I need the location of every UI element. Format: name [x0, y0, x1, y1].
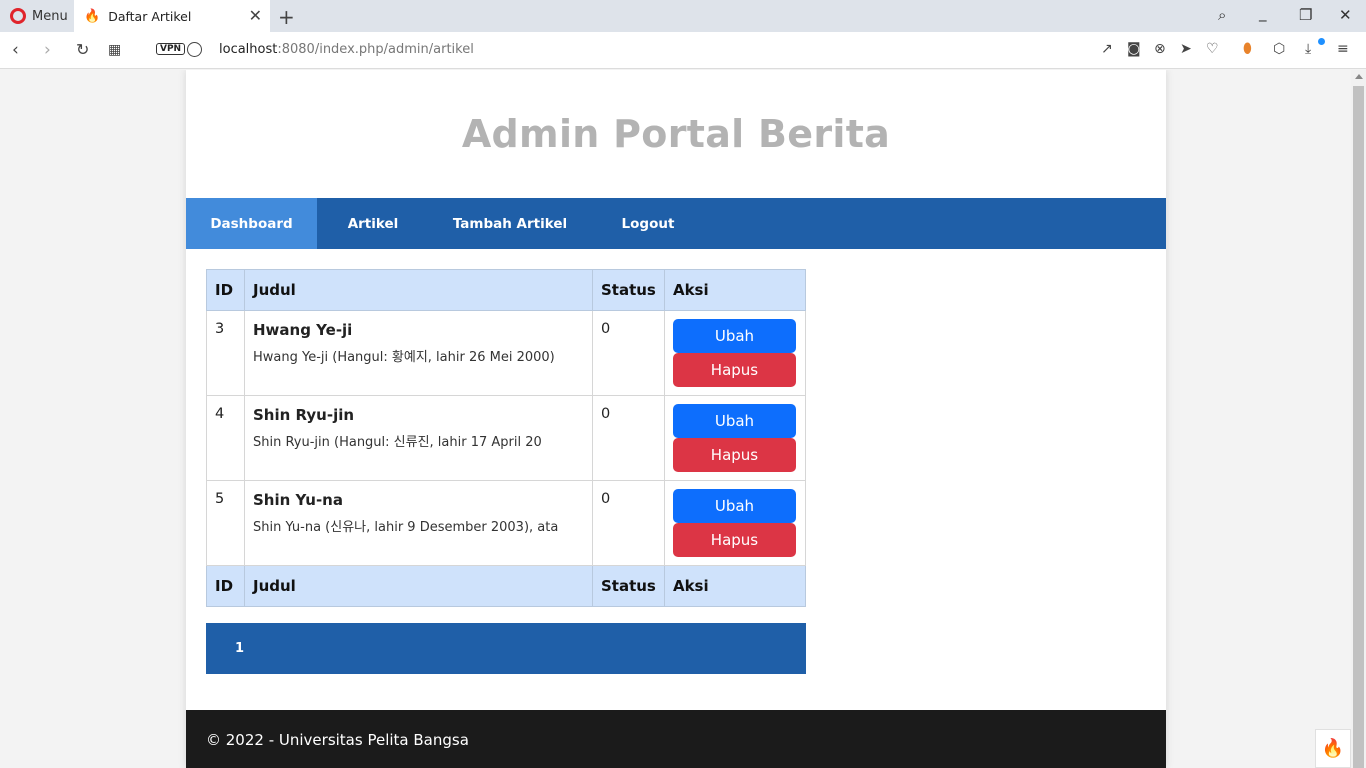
edit-button[interactable]: Ubah [672, 404, 796, 438]
edit-button[interactable]: Ubah [672, 319, 796, 353]
cell-aksi: Ubah Hapus [663, 480, 807, 566]
table-footer-row: ID Judul Status Aksi [206, 565, 807, 607]
article-title: Shin Yu-na [252, 491, 343, 509]
table-row: 4 Shin Ryu-jin Shin Ryu-jin (Hangul: 신류진… [206, 395, 807, 481]
share-icon[interactable]: ↗ [1101, 41, 1113, 57]
cell-status: 0 [591, 310, 665, 396]
vpn-badge[interactable]: VPN [156, 43, 186, 55]
opera-menu-label: Menu [32, 8, 68, 24]
opera-logo-icon [10, 8, 26, 24]
camera-icon[interactable]: ◙ [1127, 41, 1141, 57]
main-nav: Dashboard Artikel Tambah Artikel Logout [186, 198, 1166, 249]
cell-id: 4 [206, 395, 245, 481]
delete-button[interactable]: Hapus [672, 353, 796, 387]
back-icon[interactable]: ‹ [12, 40, 19, 60]
url-host: localhost [219, 42, 278, 57]
cell-judul: Shin Ryu-jin Shin Ryu-jin (Hangul: 신류진, … [243, 395, 593, 481]
tracker-block-icon[interactable]: ⊗ [1154, 41, 1166, 57]
restore-icon[interactable]: ❐ [1299, 6, 1312, 24]
article-excerpt: Shin Yu-na (신유나, lahir 9 Desember 2003),… [252, 520, 559, 535]
new-tab-icon[interactable]: + [278, 5, 295, 29]
globe-icon [187, 42, 202, 57]
edit-button[interactable]: Ubah [672, 489, 796, 523]
col-header-status: Status [591, 269, 665, 311]
table-row: 3 Hwang Ye-ji Hwang Ye-ji (Hangul: 황예지, … [206, 310, 807, 396]
col-footer-aksi: Aksi [663, 565, 807, 607]
flame-favicon-icon: 🔥 [84, 8, 101, 24]
nav-artikel[interactable]: Artikel [317, 198, 429, 249]
cell-status: 0 [591, 395, 665, 481]
site-footer: © 2022 - Universitas Pelita Bangsa [186, 710, 1166, 768]
cell-aksi: Ubah Hapus [663, 310, 807, 396]
page-container: Admin Portal Berita Dashboard Artikel Ta… [186, 70, 1166, 768]
cell-id: 3 [206, 310, 245, 396]
pagination: 1 [206, 623, 806, 674]
article-title: Shin Ryu-jin [252, 406, 355, 424]
cell-status: 0 [591, 480, 665, 566]
minimize-icon[interactable]: _ [1259, 4, 1267, 22]
url-field[interactable]: localhost:8080/index.php/admin/artikel [219, 42, 474, 57]
col-footer-judul: Judul [243, 565, 593, 607]
page-title: Admin Portal Berita [461, 112, 891, 156]
debug-toolbar-flame-icon[interactable]: 🔥 [1315, 729, 1351, 768]
forward-icon[interactable]: › [44, 40, 51, 60]
nav-dashboard[interactable]: Dashboard [186, 198, 317, 249]
nav-logout[interactable]: Logout [591, 198, 705, 249]
search-tabs-icon[interactable]: ⌕ [1218, 6, 1226, 24]
article-excerpt: Hwang Ye-ji (Hangul: 황예지, lahir 26 Mei 2… [252, 350, 555, 365]
scroll-up-arrow-icon[interactable] [1355, 74, 1363, 79]
page-viewport: Admin Portal Berita Dashboard Artikel Ta… [0, 70, 1351, 768]
table-row: 5 Shin Yu-na Shin Yu-na (신유나, lahir 9 De… [206, 480, 807, 566]
address-bar: ‹ › ↻ ▦ VPN localhost:8080/index.php/adm… [0, 32, 1366, 69]
col-footer-status: Status [591, 565, 665, 607]
tab-title: Daftar Artikel [108, 8, 192, 24]
url-path: :8080/index.php/admin/artikel [277, 42, 474, 57]
nav-tambah-artikel[interactable]: Tambah Artikel [429, 198, 591, 249]
delete-button[interactable]: Hapus [672, 438, 796, 472]
col-header-aksi: Aksi [663, 269, 807, 311]
footer-text: © 2022 - Universitas Pelita Bangsa [206, 731, 469, 749]
cell-aksi: Ubah Hapus [663, 395, 807, 481]
download-indicator-dot [1318, 38, 1325, 45]
col-header-judul: Judul [243, 269, 593, 311]
article-excerpt: Shin Ryu-jin (Hangul: 신류진, lahir 17 Apri… [252, 435, 542, 450]
heart-icon[interactable]: ♡ [1206, 41, 1219, 57]
opera-menu-button[interactable]: Menu [0, 0, 74, 32]
browser-tab-active[interactable]: 🔥 Daftar Artikel ✕ [74, 0, 270, 32]
scrollbar-thumb[interactable] [1353, 86, 1364, 768]
delete-button[interactable]: Hapus [672, 523, 796, 557]
article-table: ID Judul Status Aksi 3 Hwang Ye-ji Hwang… [206, 269, 807, 607]
table-header-row: ID Judul Status Aksi [206, 269, 807, 311]
easy-setup-icon[interactable]: ≡ [1337, 41, 1349, 57]
cell-id: 5 [206, 480, 245, 566]
send-icon[interactable]: ➤ [1180, 41, 1192, 57]
battery-saver-icon[interactable]: ⬮ [1243, 41, 1252, 57]
cube-icon[interactable]: ⬡ [1273, 41, 1285, 57]
cell-judul: Shin Yu-na Shin Yu-na (신유나, lahir 9 Dese… [243, 480, 593, 566]
article-title: Hwang Ye-ji [252, 321, 353, 339]
close-window-icon[interactable]: ✕ [1339, 6, 1352, 24]
browser-tab-bar: Menu 🔥 Daftar Artikel ✕ + ⌕ _ ❐ ✕ [0, 0, 1366, 32]
download-icon[interactable]: ⤓ [1305, 41, 1311, 57]
tabs-grid-icon[interactable]: ▦ [108, 42, 121, 58]
main-content: ID Judul Status Aksi 3 Hwang Ye-ji Hwang… [186, 249, 1166, 674]
cell-judul: Hwang Ye-ji Hwang Ye-ji (Hangul: 황예지, la… [243, 310, 593, 396]
page-link-1[interactable]: 1 [235, 641, 244, 656]
col-footer-id: ID [206, 565, 245, 607]
site-header: Admin Portal Berita [186, 70, 1166, 198]
reload-icon[interactable]: ↻ [76, 40, 89, 59]
col-header-id: ID [206, 269, 245, 311]
tab-close-icon[interactable]: ✕ [249, 8, 262, 24]
